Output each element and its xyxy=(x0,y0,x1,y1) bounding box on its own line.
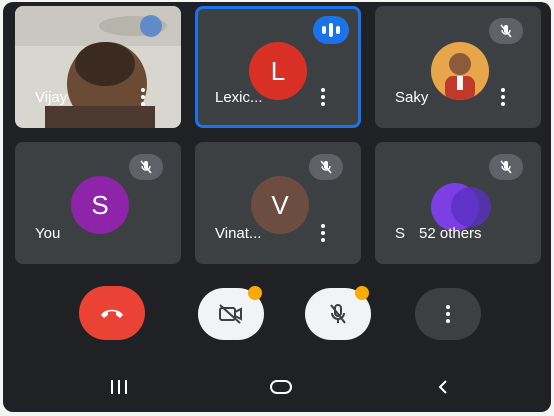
participant-name: Vinat... xyxy=(215,225,262,242)
others-count-label: 52 others xyxy=(419,225,482,242)
participant-tile-lexic[interactable]: L Lexic... xyxy=(195,6,361,128)
more-options-icon[interactable] xyxy=(313,86,333,108)
mic-off-icon xyxy=(309,154,343,180)
participant-tile-you[interactable]: S You xyxy=(15,142,181,264)
mic-off-icon xyxy=(330,304,346,324)
participant-tile-vijay[interactable]: Vijay xyxy=(15,6,181,128)
participant-tile-saky[interactable]: Saky xyxy=(375,6,541,128)
camera-toggle-button[interactable] xyxy=(198,286,264,340)
participant-name: Lexic... xyxy=(215,89,263,106)
more-options-icon[interactable] xyxy=(313,222,333,244)
participant-name: You xyxy=(35,225,61,242)
mic-off-icon xyxy=(129,154,163,180)
recents-button[interactable] xyxy=(99,372,139,402)
avatar-initial: S xyxy=(91,189,109,220)
home-icon xyxy=(270,380,292,394)
participant-tile-vinat[interactable]: V Vinat... xyxy=(195,142,361,264)
back-icon xyxy=(438,380,447,394)
hang-up-button[interactable] xyxy=(79,286,145,340)
back-button[interactable] xyxy=(423,372,463,402)
phone-hangup-icon xyxy=(101,309,123,318)
participant-video-feed xyxy=(15,6,181,128)
avatar: S xyxy=(71,176,129,234)
mic-off-icon xyxy=(489,18,523,44)
meet-call-screen: Vijay L Lexic... Saky S You V Vinat... S… xyxy=(3,2,551,412)
microphone-toggle-button[interactable] xyxy=(305,286,371,340)
camera-off-icon xyxy=(219,304,242,324)
profile-photo xyxy=(431,42,489,100)
avatar-initial: V xyxy=(271,189,289,220)
participant-name: S xyxy=(395,225,406,242)
participant-tile-others[interactable]: S 52 others xyxy=(375,142,541,264)
more-options-button[interactable] xyxy=(415,288,481,340)
participant-name: Vijay xyxy=(35,89,68,106)
more-options-icon[interactable] xyxy=(493,86,513,108)
speaking-indicator-icon xyxy=(313,16,349,44)
more-vert-icon xyxy=(446,305,450,323)
recents-icon xyxy=(111,380,127,394)
notification-badge xyxy=(248,286,262,300)
avatar-initial: L xyxy=(270,55,286,86)
participant-name: Saky xyxy=(395,89,429,106)
ceiling-light xyxy=(140,15,162,37)
home-button[interactable] xyxy=(261,372,301,402)
notification-badge xyxy=(355,286,369,300)
mic-off-icon xyxy=(489,154,523,180)
more-options-icon[interactable] xyxy=(133,86,153,108)
